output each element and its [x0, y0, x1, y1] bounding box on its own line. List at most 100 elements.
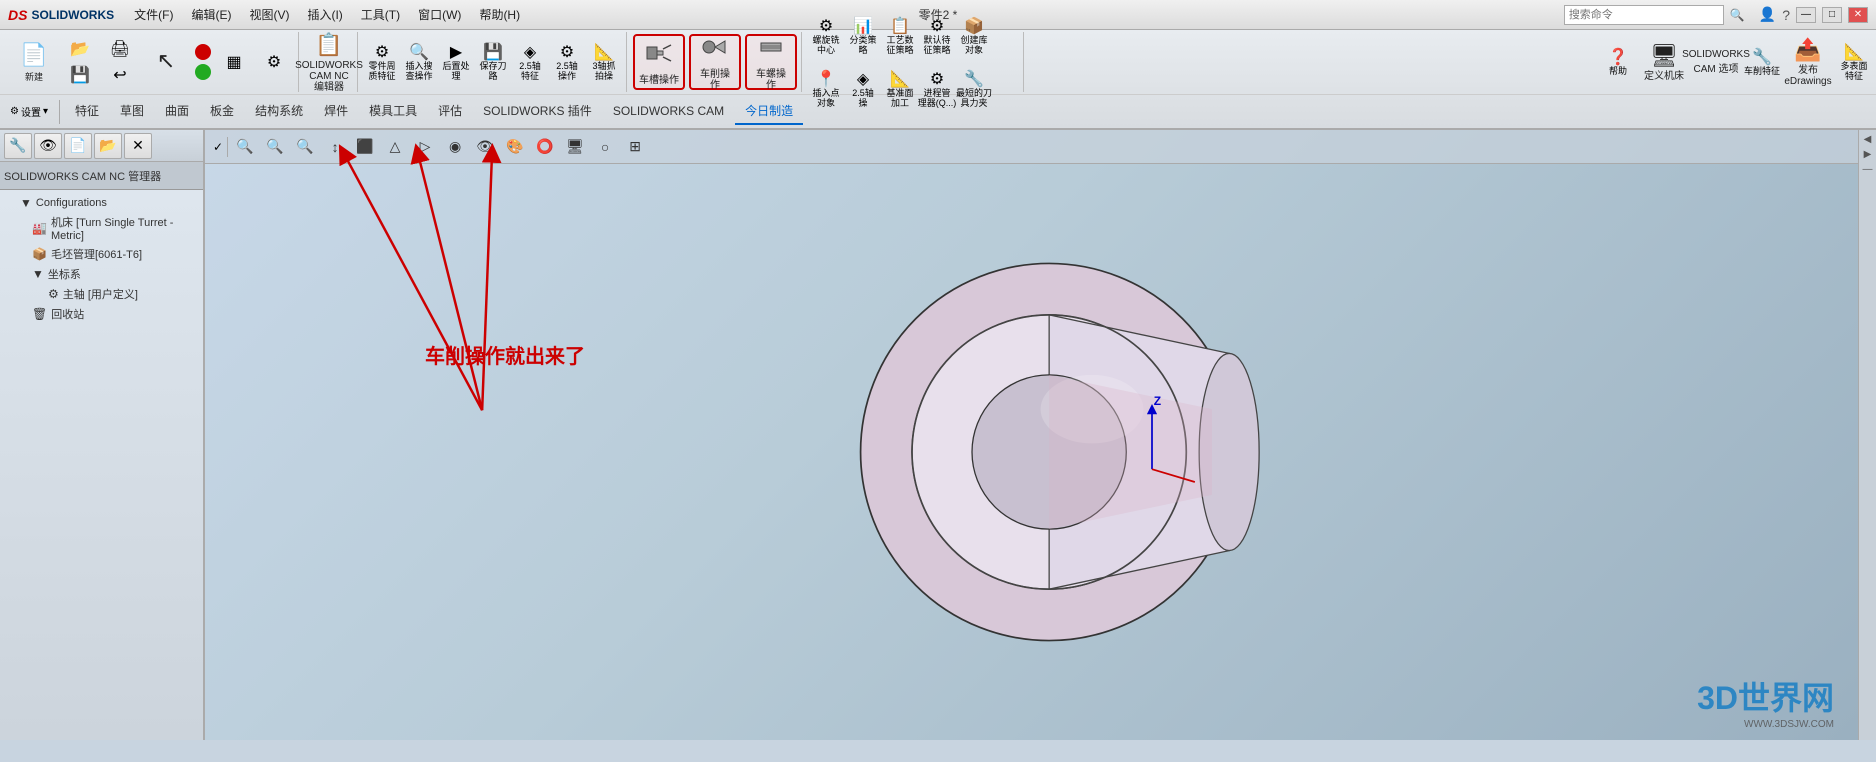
vp-grid-button[interactable]: ⊞ — [622, 135, 648, 159]
cam-options-button[interactable]: SOLIDWORKS CAM 选项 — [1692, 34, 1740, 90]
insert-point-button[interactable]: 📍 插入点对象 — [808, 63, 844, 115]
tab-sketch[interactable]: 草图 — [110, 98, 154, 125]
vp-arrow-button[interactable]: ▷ — [412, 135, 438, 159]
grid-button[interactable]: ▦ — [216, 36, 252, 88]
menu-insert[interactable]: 插入(I) — [299, 4, 350, 25]
turn-groove-button[interactable]: 车槽操作 — [633, 34, 685, 90]
multi-surface-button[interactable]: 📐 多表面特征 — [1836, 36, 1872, 88]
search-input[interactable] — [1564, 5, 1724, 25]
turn-cut-icon — [701, 33, 729, 67]
vp-zoom-fit-button[interactable]: 🔍 — [292, 135, 318, 159]
tree-item-recycle[interactable]: 🗑 回收站 — [4, 304, 199, 324]
tab-surface[interactable]: 曲面 — [155, 98, 199, 125]
tab-structure[interactable]: 结构系统 — [245, 98, 313, 125]
spiral-mill-button[interactable]: ⚙ 螺旋铣中心 — [808, 10, 844, 62]
panel-btn1[interactable]: 🔧 — [4, 133, 32, 159]
cam-nc-editor-button[interactable]: 📋 SOLIDWORKSCAM NC编辑器 — [305, 34, 353, 90]
save-path-button[interactable]: 💾 保存刀路 — [475, 36, 511, 88]
panel-expand-button[interactable]: ▶ — [1864, 149, 1872, 160]
select-button[interactable]: ↖ — [142, 34, 190, 90]
tree-item-configurations[interactable]: ▼ Configurations — [4, 194, 199, 212]
tab-mold-tools[interactable]: 模具工具 — [359, 98, 427, 125]
insert-point-icon: 📍 — [816, 69, 836, 89]
post-process-button[interactable]: ▶ 后置处理 — [438, 36, 474, 88]
vp-zoom-out-button[interactable]: 🔍 — [262, 135, 288, 159]
maximize-button[interactable]: □ — [1822, 7, 1842, 23]
tree-item-stock[interactable]: 📦 毛坯管理[6061-T6] — [4, 244, 199, 264]
settings-small-button[interactable]: ⚙ — [256, 36, 292, 88]
tab-today-manufacturing[interactable]: 今日制造 — [735, 98, 803, 125]
help-button[interactable]: ❓ 帮助 — [1600, 36, 1636, 88]
tree-item-coordinate[interactable]: ▼ 坐标系 — [4, 264, 199, 284]
define-machine-button[interactable]: 🖥 定义机床 — [1640, 34, 1688, 90]
settings-down-icon: ⚙ — [10, 106, 19, 117]
process-mgr-button[interactable]: ⚙ 进程管理器(Q...) — [919, 63, 955, 115]
turn-cut-button[interactable]: 车削操作 — [689, 34, 741, 90]
tab-sheet-metal[interactable]: 板金 — [200, 98, 244, 125]
coord-icon: ▼ — [32, 267, 44, 281]
classify-button[interactable]: 📊 分类策略 — [845, 10, 881, 62]
vp-eye-button[interactable]: 👁 — [472, 135, 498, 159]
panel-btn4[interactable]: 📂 — [94, 133, 122, 159]
vp-ring-button[interactable]: ⭕ — [532, 135, 558, 159]
vp-monitor-button[interactable]: 🖥 — [562, 135, 588, 159]
datum-button[interactable]: 📐 基准面加工 — [882, 63, 918, 115]
help-icon[interactable]: ? — [1782, 7, 1790, 23]
vp-color-button[interactable]: 🎨 — [502, 135, 528, 159]
undo-button[interactable]: ↩ — [102, 63, 138, 87]
vp-triangle-button[interactable]: △ — [382, 135, 408, 159]
axis25-ops-button[interactable]: ⚙ 2.5轴操作 — [549, 36, 585, 88]
panel-btn5[interactable]: ✕ — [124, 133, 152, 159]
tab-weld[interactable]: 焊件 — [314, 98, 358, 125]
part-features-button[interactable]: ⚙ 零件周质特征 — [364, 36, 400, 88]
tab-sw-plugins[interactable]: SOLIDWORKS 插件 — [473, 98, 602, 125]
axis25-2-icon: ◈ — [857, 69, 869, 89]
open-button[interactable]: 📂 — [62, 37, 98, 61]
panel-minimize-button[interactable]: — — [1863, 164, 1873, 175]
create-lib-button[interactable]: 📦 创建库对象 — [956, 10, 992, 62]
watermark: 3D世界网 WWW.3DSJW.COM — [1697, 673, 1834, 730]
panel-btn2[interactable]: 👁 — [34, 133, 62, 159]
close-button[interactable]: ✕ — [1848, 7, 1868, 23]
shortest-tool-button[interactable]: 🔧 最短的刀具力夹 — [956, 63, 992, 115]
tab-evaluate[interactable]: 评估 — [428, 98, 472, 125]
insert-search-button[interactable]: 🔍 插入搜查操作 — [401, 36, 437, 88]
new-file-button[interactable]: 📄 新建 — [10, 34, 58, 90]
settings-button[interactable]: ⚙ 设置 ▾ — [4, 98, 54, 126]
tab-solidworks-cam[interactable]: SOLIDWORKS CAM — [603, 100, 734, 124]
turn-cut-label: 车削操作 — [700, 69, 730, 91]
default-strategy-button[interactable]: ⚙ 默认待征策略 — [919, 10, 955, 62]
edrawings-button[interactable]: 📤 发布eDrawings — [1784, 34, 1832, 90]
turn-feature-button[interactable]: 🔧 车削特征 — [1744, 36, 1780, 88]
more-ops-section: ⚙ 螺旋铣中心 📊 分类策略 📋 工艺数征策略 ⚙ 默认待征策略 📦 创建库对象… — [804, 32, 1024, 92]
vp-circle-button[interactable]: ◉ — [442, 135, 468, 159]
process-num-icon: 📋 — [890, 16, 910, 36]
vp-rotate-button[interactable]: ↕ — [322, 135, 348, 159]
turn-thread-button[interactable]: 车螺操作 — [745, 34, 797, 90]
process-num-button[interactable]: 📋 工艺数征策略 — [882, 10, 918, 62]
stock-label: 毛坯管理[6061-T6] — [51, 246, 142, 262]
tree-item-spindle[interactable]: ⚙ 主轴 [用户定义] — [4, 284, 199, 304]
vp-zoom-in-button[interactable]: 🔍 — [232, 135, 258, 159]
panel-collapse-button[interactable]: ◀ — [1864, 134, 1872, 145]
axis25-features-button[interactable]: ◈ 2.5轴特征 — [512, 36, 548, 88]
menu-window[interactable]: 窗口(W) — [410, 4, 469, 25]
tree-item-machine[interactable]: 🏭 机床 [Turn Single Turret - Metric] — [4, 212, 199, 244]
axis25-2-button[interactable]: ◈ 2.5轴操 — [845, 63, 881, 115]
menu-help[interactable]: 帮助(H) — [471, 4, 528, 25]
menu-file[interactable]: 文件(F) — [126, 4, 181, 25]
main-area: 🔧 👁 📄 📂 ✕ SOLIDWORKS CAM NC 管理器 ▼ Config… — [0, 130, 1876, 740]
axis3-snap-button[interactable]: 📐 3轴抓拍操 — [586, 36, 622, 88]
menu-edit[interactable]: 编辑(E) — [183, 4, 239, 25]
save-button[interactable]: 💾 — [62, 63, 98, 87]
panel-btn3[interactable]: 📄 — [64, 133, 92, 159]
print-button[interactable]: 🖨 — [102, 37, 138, 61]
create-lib-icon: 📦 — [964, 16, 984, 36]
menu-tools[interactable]: 工具(T) — [353, 4, 408, 25]
tab-features[interactable]: 特征 — [65, 98, 109, 125]
vp-box-button[interactable]: ⬛ — [352, 135, 378, 159]
minimize-button[interactable]: — — [1796, 7, 1816, 23]
vp-circle2-button[interactable]: ○ — [592, 135, 618, 159]
menu-view[interactable]: 视图(V) — [241, 4, 297, 25]
grid-icon: ▦ — [226, 52, 241, 72]
